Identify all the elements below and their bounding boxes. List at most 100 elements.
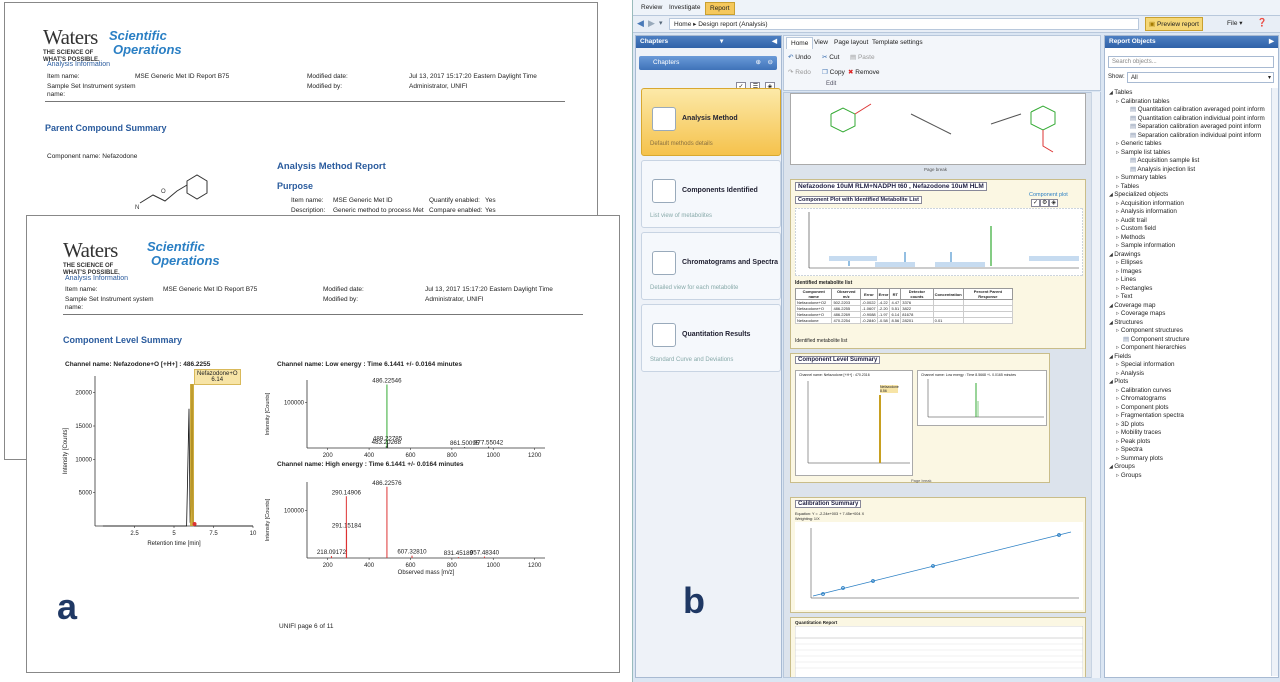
tree-item[interactable]: ▹ Special information — [1109, 361, 1271, 370]
undo-button[interactable]: ↶ Undo — [788, 53, 811, 61]
tree-item[interactable]: ▤ Quantitation calibration individual po… — [1109, 115, 1271, 124]
edit-group-label: Edit — [826, 81, 837, 87]
tree-item[interactable]: ▹ Rectangles — [1109, 285, 1271, 294]
x-tick-label: 400 — [364, 563, 375, 569]
tree-item[interactable]: ▤ Separation calibration individual poin… — [1109, 132, 1271, 141]
copy-button[interactable]: ❐ Copy — [822, 68, 845, 76]
paste-button[interactable]: ▤ Paste — [850, 53, 875, 61]
tree-item[interactable]: ▹ Analysis information — [1109, 208, 1271, 217]
tree-item[interactable]: ▹ Acquisition information — [1109, 200, 1271, 209]
calibration-section: Calibration Summary Equation: Y = -2.24e… — [790, 497, 1086, 613]
report-page-front: Waters THE SCIENCE OF WHAT'S POSSIBLE. S… — [26, 215, 620, 673]
tab-investigate[interactable]: Investigate — [665, 2, 704, 13]
tree-item[interactable]: ▹ Component plots — [1109, 404, 1271, 413]
tree-item[interactable]: ▹ Calibration tables — [1109, 98, 1271, 107]
tree-scrollbar[interactable] — [1271, 88, 1278, 676]
tree-item[interactable]: ▹ Lines — [1109, 276, 1271, 285]
settings-icon[interactable]: ⚙ — [1040, 199, 1050, 207]
tree-item[interactable]: ▹ 3D plots — [1109, 421, 1271, 430]
tree-item[interactable]: ▤ Separation calibration averaged point … — [1109, 123, 1271, 132]
tree-item[interactable]: ◢ Fields — [1109, 353, 1271, 362]
tree-item[interactable]: ▤ Component structure — [1109, 336, 1271, 345]
tree-item[interactable]: ▹ Sample list tables — [1109, 149, 1271, 158]
tree-item[interactable]: ▤ Quantitation calibration averaged poin… — [1109, 106, 1271, 115]
tree-item[interactable]: ◢ Structures — [1109, 319, 1271, 328]
ribbon-tab-view[interactable]: View — [810, 37, 832, 48]
tree-item[interactable]: ▹ Summary plots — [1109, 455, 1271, 464]
forward-arrow-icon[interactable]: ▶ — [648, 18, 655, 29]
tree-item[interactable]: ◢ Tables — [1109, 89, 1271, 98]
search-input[interactable]: Search objects... — [1108, 56, 1274, 68]
tree-item[interactable]: ▹ Generic tables — [1109, 140, 1271, 149]
chapter-card-components[interactable]: Components Identified List view of metab… — [641, 160, 781, 228]
tree-item[interactable]: ▹ Sample information — [1109, 242, 1271, 251]
tree-item[interactable]: ▤ Acquisition sample list — [1109, 157, 1271, 166]
tree-item[interactable]: ▹ Coverage maps — [1109, 310, 1271, 319]
tree-item[interactable]: ◢ Groups — [1109, 463, 1271, 472]
tag-icon[interactable]: ◈ — [1049, 199, 1059, 207]
tree-item[interactable]: ▹ Analysis — [1109, 370, 1271, 379]
help-icon[interactable]: ❓ — [1257, 18, 1267, 27]
tree-item[interactable]: ▹ Tables — [1109, 183, 1271, 192]
tree-item[interactable]: ▹ Fragmentation spectra — [1109, 412, 1271, 421]
peak-mz-label: 486.22576 — [372, 480, 402, 487]
chapter-card-quantitation[interactable]: Quantitation Results Standard Curve and … — [641, 304, 781, 372]
peak-mz-label: 218.09172 — [317, 549, 347, 556]
ribbon-tab-page-layout[interactable]: Page layout — [830, 37, 872, 48]
tree-item[interactable]: ▹ Component hierarchies — [1109, 344, 1271, 353]
back-arrow-icon[interactable]: ◀ — [637, 18, 644, 29]
tab-report[interactable]: Report — [705, 2, 735, 15]
cls-title[interactable]: Component Level Summary — [795, 356, 881, 364]
file-menu-button[interactable]: File ▾ — [1227, 19, 1243, 27]
tree-item-label: Component hierarchies — [1120, 344, 1187, 351]
redo-button[interactable]: ↷ Redo — [788, 68, 811, 76]
tree-item[interactable]: ▹ Text — [1109, 293, 1271, 302]
tree-item[interactable]: ▹ Methods — [1109, 234, 1271, 243]
component-plot-title[interactable]: Component Plot with Identified Metabolit… — [795, 196, 922, 204]
tree-item[interactable]: ◢ Plots — [1109, 378, 1271, 387]
tree-item-label: Analysis — [1120, 369, 1145, 377]
tree-item[interactable]: ▹ Mobility traces — [1109, 429, 1271, 438]
tree-item[interactable]: ▹ Ellipses — [1109, 259, 1271, 268]
chapter-card-chromatograms[interactable]: Chromatograms and Spectra Detailed view … — [641, 232, 781, 300]
ribbon-tab-template-settings[interactable]: Template settings — [868, 37, 927, 48]
tree-item[interactable]: ▹ Custom field — [1109, 225, 1271, 234]
nefazodone-title[interactable]: Nefazodone 10uM RLM+NADPH t60 , Nefazodo… — [795, 182, 987, 191]
tree-item[interactable]: ▹ Calibration curves — [1109, 387, 1271, 396]
tree-item-label: Sample list tables — [1120, 148, 1171, 156]
tree-item-label: Component structures — [1120, 327, 1183, 334]
tree-item[interactable]: ◢ Specialized objects — [1109, 191, 1271, 200]
tree-item[interactable]: ◢ Drawings — [1109, 251, 1271, 260]
cut-button[interactable]: ✂ Cut — [822, 53, 839, 61]
add-chapter-icon[interactable]: ⊕ — [756, 56, 761, 70]
tree-item[interactable]: ▹ Audit trail — [1109, 217, 1271, 226]
tree-item[interactable]: ▹ Chromatograms — [1109, 395, 1271, 404]
table-cell: 28201 — [900, 317, 934, 324]
tree-item[interactable]: ◢ Coverage map — [1109, 302, 1271, 311]
tree-item[interactable]: ▹ Images — [1109, 268, 1271, 277]
cls-section: Component Level Summary Channel name: Ne… — [790, 353, 1050, 483]
preview-report-button[interactable]: ▣ Preview report — [1145, 17, 1203, 31]
tree-item[interactable]: ▤ Analysis injection list — [1109, 166, 1271, 175]
tree-item[interactable]: ▹ Peak plots — [1109, 438, 1271, 447]
check-icon[interactable]: ✓ — [1031, 199, 1041, 207]
breadcrumb: Home ▸ Design report (Analysis) — [669, 18, 1139, 30]
show-select[interactable]: All ▾ — [1127, 72, 1274, 83]
analysis-info-heading: Analysis Information — [65, 275, 129, 282]
tree-item[interactable]: ▹ Component structures — [1109, 327, 1271, 336]
calibration-title[interactable]: Calibration Summary — [795, 500, 862, 508]
instrument-label-2: name: — [65, 304, 84, 311]
collapse-left-icon[interactable]: ◀ — [772, 36, 777, 48]
collapse-right-icon[interactable]: ▶ — [1269, 36, 1274, 48]
chapter-card-analysis-method[interactable]: Analysis Method Default methods details — [641, 88, 781, 156]
component-name: Component name: Nefazodone — [47, 153, 138, 160]
dropdown-icon[interactable]: ▾ — [659, 19, 663, 27]
tab-review[interactable]: Review — [637, 2, 666, 13]
remove-button[interactable]: ✖ Remove — [848, 68, 879, 76]
quantitation-table — [795, 626, 1083, 677]
canvas-scrollbar[interactable] — [1091, 92, 1100, 678]
tree-item[interactable]: ▹ Spectra — [1109, 446, 1271, 455]
remove-chapter-icon[interactable]: ⊖ — [768, 56, 773, 70]
tree-item[interactable]: ▹ Summary tables — [1109, 174, 1271, 183]
tree-item[interactable]: ▹ Groups — [1109, 472, 1271, 481]
